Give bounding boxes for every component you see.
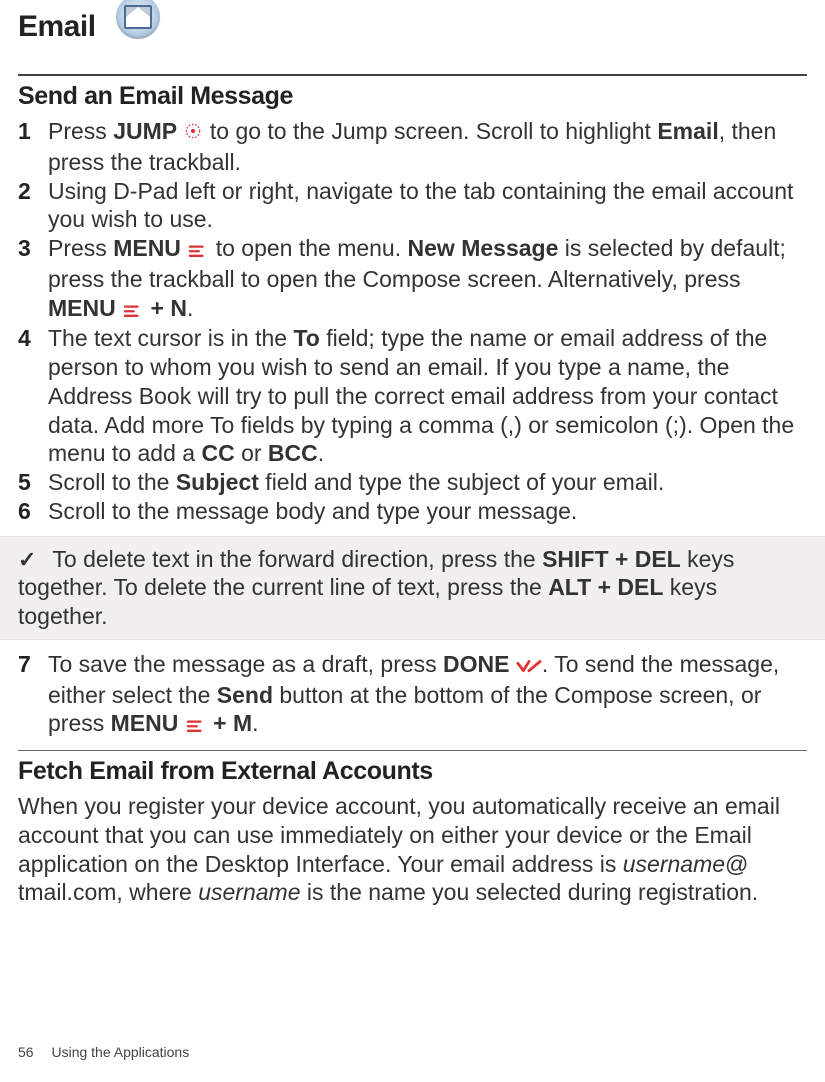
footer-label: Using the Applications	[51, 1044, 189, 1060]
step-3-text-b: to open the menu.	[216, 235, 408, 261]
step-4: 4 The text cursor is in the To field; ty…	[18, 324, 807, 468]
done-key: DONE	[443, 651, 509, 677]
step-7-text-a: To save the message as a draft, press	[48, 651, 443, 677]
menu-key-3: MENU	[111, 710, 179, 736]
app-title: Email	[18, 10, 96, 44]
steps-list-2: 7 To save the message as a draft, press …	[18, 650, 807, 740]
username-italic-1: username	[623, 851, 725, 877]
step-4-text-a: The text cursor is in the	[48, 325, 293, 351]
step-2-text: Using D-Pad left or right, navigate to t…	[48, 178, 793, 233]
step-1-text-a: Press	[48, 118, 113, 144]
step-4-text-c: or	[235, 440, 268, 466]
menu-icon	[122, 296, 144, 325]
to-bold: To	[293, 325, 319, 351]
plus-m: + M	[207, 710, 252, 736]
shift-del-key: SHIFT + DEL	[542, 546, 681, 572]
steps-list: 1 Press JUMP to go to the Jump screen. S…	[18, 117, 807, 526]
page-number: 56	[18, 1044, 34, 1060]
menu-icon	[187, 236, 209, 265]
alt-del-key: ALT + DEL	[548, 574, 663, 600]
jump-key: JUMP	[113, 118, 177, 144]
step-3: 3 Press MENU to open the menu. New Messa…	[18, 234, 807, 324]
done-icon	[516, 652, 542, 681]
send-bold: Send	[217, 682, 273, 708]
step-6-text: Scroll to the message body and type your…	[48, 498, 577, 524]
subject-bold: Subject	[176, 469, 259, 495]
jump-icon	[183, 119, 203, 148]
header-row: Email	[18, 10, 807, 44]
username-italic-2: username	[198, 879, 300, 905]
step-3-text-a: Press	[48, 235, 113, 261]
step-6: 6 Scroll to the message body and type yo…	[18, 497, 807, 526]
step-3-text-e: .	[187, 295, 193, 321]
email-app-icon	[116, 0, 160, 39]
divider	[18, 750, 807, 751]
page-footer: 56 Using the Applications	[18, 1044, 189, 1060]
step-7: 7 To save the message as a draft, press …	[18, 650, 807, 740]
plus-n: + N	[144, 295, 187, 321]
tip-text-a: To delete text in the forward direction,…	[46, 546, 542, 572]
menu-icon	[185, 711, 207, 740]
fetch-text-b: is the name you selected during registra…	[301, 879, 759, 905]
step-5-text-a: Scroll to the	[48, 469, 176, 495]
step-2: 2 Using D-Pad left or right, navigate to…	[18, 177, 807, 235]
step-1-text-b: to go to the Jump screen. Scroll to high…	[210, 118, 657, 144]
divider	[18, 74, 807, 76]
tip-box: ✓ To delete text in the forward directio…	[0, 536, 825, 640]
step-5: 5 Scroll to the Subject field and type t…	[18, 468, 807, 497]
email-bold: Email	[657, 118, 718, 144]
menu-key-2: MENU	[48, 295, 116, 321]
at-sign: @	[725, 851, 748, 877]
fetch-paragraph: When you register your device account, y…	[18, 792, 807, 907]
domain-line: tmail.com, where	[18, 879, 198, 905]
step-1: 1 Press JUMP to go to the Jump screen. S…	[18, 117, 807, 177]
section-title-send: Send an Email Message	[18, 82, 807, 111]
step-4-text-d: .	[318, 440, 324, 466]
menu-key-1: MENU	[113, 235, 181, 261]
new-message-bold: New Message	[408, 235, 559, 261]
step-7-text-e: .	[252, 710, 258, 736]
bcc-bold: BCC	[268, 440, 318, 466]
cc-bold: CC	[201, 440, 234, 466]
section-title-fetch: Fetch Email from External Accounts	[18, 757, 807, 786]
page-root: Email Send an Email Message 1 Press JUMP…	[0, 0, 825, 1082]
checkmark-icon: ✓	[18, 546, 36, 574]
step-5-text-b: field and type the subject of your email…	[259, 469, 664, 495]
